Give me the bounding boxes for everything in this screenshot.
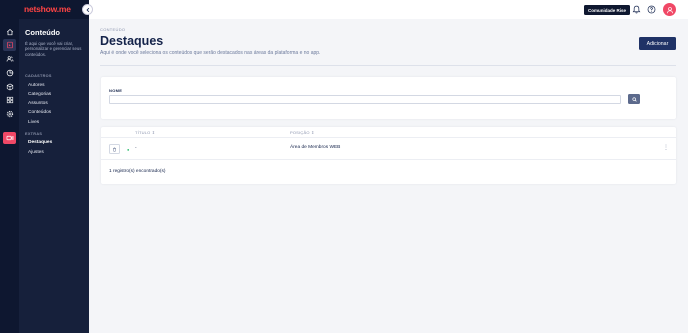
breadcrumb[interactable]: CONTEÚDO xyxy=(100,27,125,32)
search-icon xyxy=(631,96,637,102)
brand-area: netshow.me xyxy=(0,0,89,19)
help-icon xyxy=(647,5,656,14)
column-header-position[interactable]: POSIÇÃO ⇕ xyxy=(290,130,315,135)
name-search-input[interactable] xyxy=(109,95,621,104)
sidebar-item-autores[interactable]: Autores xyxy=(28,83,45,88)
sidebar-item-destaques[interactable]: Destaques xyxy=(28,140,52,145)
sidebar-description: É aqui que você vai criar, personalizar … xyxy=(25,41,82,57)
analytics-icon xyxy=(6,69,13,77)
collapse-sidebar-button[interactable] xyxy=(82,4,93,15)
user-avatar[interactable] xyxy=(663,3,676,16)
rail-apps-button[interactable] xyxy=(3,94,16,106)
rail-home-button[interactable] xyxy=(3,26,16,38)
column-header-title[interactable]: TÍTULO ⇕ xyxy=(135,130,155,135)
section-label-extras: EXTRAS xyxy=(25,132,43,136)
rail-users-button[interactable] xyxy=(3,53,16,65)
add-button[interactable]: Adicionar xyxy=(639,37,676,50)
name-field-label: NOME xyxy=(109,88,123,93)
user-icon xyxy=(666,6,673,13)
cell-position: Área de Membros WEB xyxy=(290,145,341,150)
cell-title: - xyxy=(135,146,137,151)
chevron-left-icon xyxy=(86,7,89,12)
sidebar-item-conteudos[interactable]: Conteúdos xyxy=(28,110,51,115)
status-indicator: ● xyxy=(127,147,130,152)
section-label-cadastros: CADASTROS xyxy=(25,74,52,78)
sidebar-item-lives[interactable]: Lives xyxy=(28,120,39,125)
community-button[interactable]: Comunidade Rise xyxy=(584,5,631,15)
logo[interactable]: netshow.me xyxy=(24,4,71,14)
rail-package-button[interactable] xyxy=(3,81,16,93)
apps-icon xyxy=(6,96,13,104)
icon-rail xyxy=(0,19,19,333)
rail-analytics-button[interactable] xyxy=(3,67,16,79)
video-icon xyxy=(6,135,13,141)
more-options-button[interactable]: ⋮ xyxy=(663,144,669,151)
page-subtitle: Aqui é onde você seleciona os conteúdos … xyxy=(100,50,321,56)
rail-content-button[interactable] xyxy=(3,39,16,51)
sidebar-item-categorias[interactable]: Categorias xyxy=(28,92,51,97)
table-header: TÍTULO ⇕ POSIÇÃO ⇕ xyxy=(101,127,676,138)
bell-icon xyxy=(632,5,641,14)
rail-video-button[interactable] xyxy=(3,132,16,144)
header-divider xyxy=(100,65,676,66)
results-count: 1 registro(s) encontrado(s) xyxy=(109,169,166,174)
filter-card: NOME xyxy=(101,77,676,119)
content-icon xyxy=(6,41,13,49)
settings-icon xyxy=(6,110,13,118)
search-button[interactable] xyxy=(628,94,640,104)
sidebar-item-ajustes[interactable]: Ajustes xyxy=(28,150,44,155)
home-icon xyxy=(6,28,13,36)
delete-button[interactable] xyxy=(109,144,120,154)
sidebar-panel: Conteúdo É aqui que você vai criar, pers… xyxy=(19,19,89,333)
rail-settings-button[interactable] xyxy=(3,108,16,120)
sidebar-title: Conteúdo xyxy=(25,28,60,37)
users-icon xyxy=(6,56,13,62)
table-row: ● - Área de Membros WEB ⋮ xyxy=(101,140,676,160)
page-title: Destaques xyxy=(100,34,164,48)
results-table: TÍTULO ⇕ POSIÇÃO ⇕ ● - Área de Membros W… xyxy=(101,127,676,184)
trash-icon xyxy=(113,147,116,151)
notifications-button[interactable] xyxy=(631,4,642,15)
sidebar-item-assuntos[interactable]: Assuntos xyxy=(28,101,48,106)
help-button[interactable] xyxy=(646,4,657,15)
package-icon xyxy=(6,83,13,91)
top-bar: netshow.me Comunidade Rise xyxy=(0,0,688,19)
